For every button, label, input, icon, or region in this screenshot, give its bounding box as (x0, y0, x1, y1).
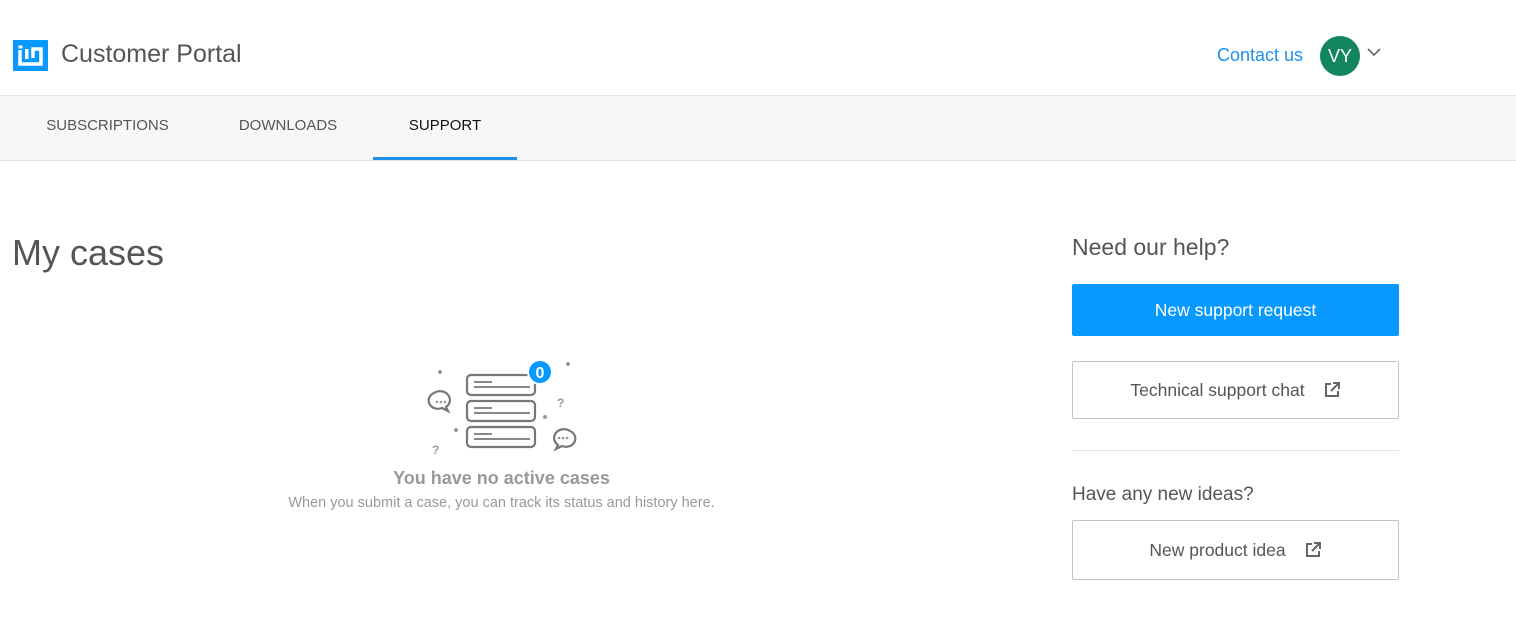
new-support-request-button[interactable]: New support request (1072, 284, 1399, 336)
empty-cases-illustration: ? ? 0 (427, 359, 577, 457)
new-product-idea-label: New product idea (1149, 539, 1286, 560)
external-link-icon (1324, 382, 1340, 397)
svg-text:?: ? (557, 396, 564, 410)
main-nav: SUBSCRIPTIONS DOWNLOADS SUPPORT (0, 96, 1516, 161)
technical-support-chat-button[interactable]: Technical support chat (1072, 361, 1399, 419)
header: Customer Portal Contact us VY (0, 0, 1516, 96)
tab-support[interactable]: SUPPORT (373, 96, 517, 160)
avatar[interactable]: VY (1320, 36, 1360, 76)
tab-subscriptions[interactable]: SUBSCRIPTIONS (30, 96, 185, 160)
chevron-down-icon[interactable] (1366, 44, 1382, 60)
empty-state-title: You have no active cases (393, 468, 610, 488)
external-link-icon (1305, 542, 1321, 557)
contact-us-link[interactable]: Contact us (1217, 45, 1303, 66)
divider (1072, 450, 1399, 451)
svg-text:?: ? (432, 443, 439, 457)
technical-support-chat-label: Technical support chat (1130, 379, 1305, 400)
case-count-badge: 0 (536, 365, 545, 382)
tab-downloads[interactable]: DOWNLOADS (215, 96, 361, 160)
empty-state-subtitle: When you submit a case, you can track it… (288, 495, 715, 511)
page-title: My cases (12, 232, 165, 273)
brand-title: Customer Portal (61, 40, 242, 68)
logo-icon[interactable] (13, 40, 48, 71)
new-product-idea-button[interactable]: New product idea (1072, 520, 1399, 580)
new-support-request-label: New support request (1154, 299, 1317, 320)
ideas-heading: Have any new ideas? (1072, 484, 1254, 505)
help-heading: Need our help? (1072, 234, 1230, 260)
